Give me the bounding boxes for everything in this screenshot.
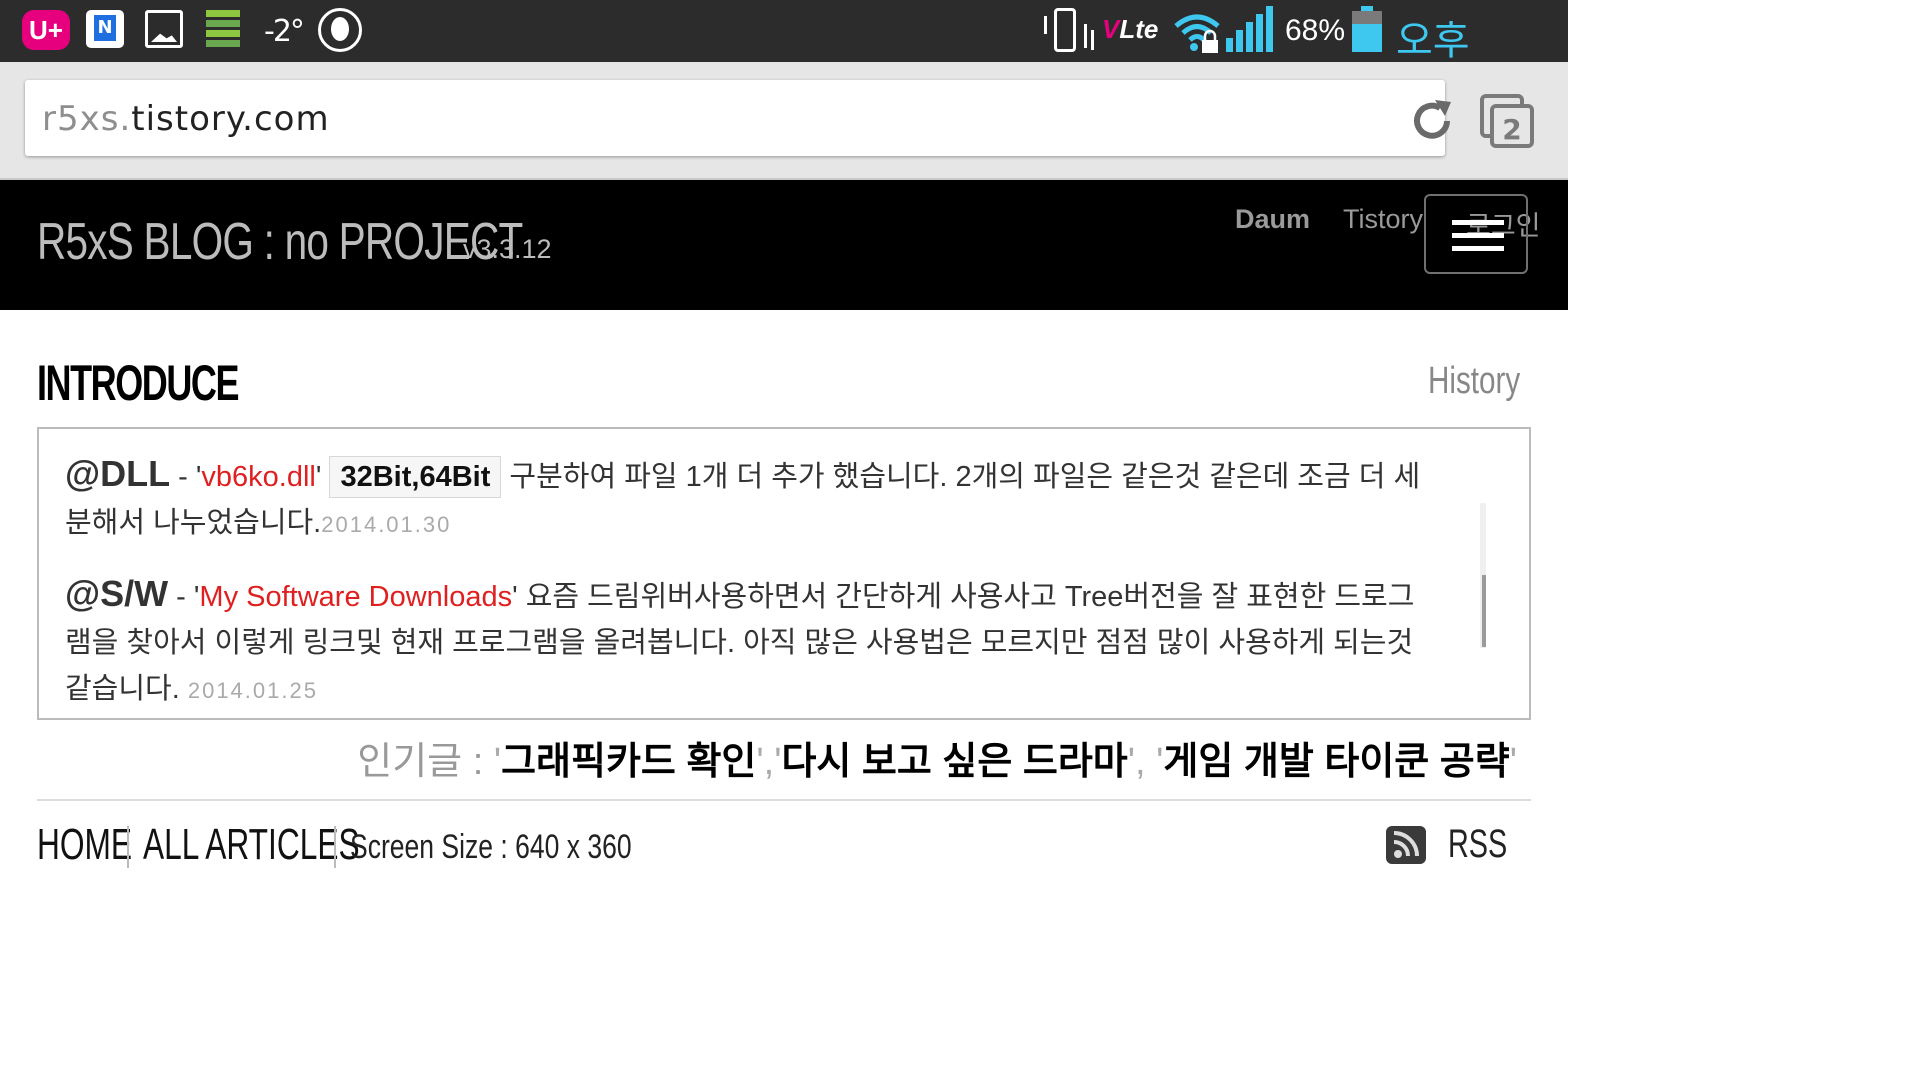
tabs-icon[interactable]: 2 <box>1480 94 1536 150</box>
url-domain: tistory.com <box>131 99 330 139</box>
popular-item[interactable]: 게임 개발 타이쿤 공략 <box>1163 741 1509 783</box>
rss-link[interactable]: RSS <box>1448 822 1507 867</box>
intro-entry: @S/W - 'My Software Downloads' 요즘 드림위버사용… <box>65 571 1425 714</box>
signal-strength-icon <box>1226 6 1274 52</box>
nav-tistory-link[interactable]: Tistory <box>1343 204 1423 235</box>
entry-date: 2014.01.25 <box>187 678 318 703</box>
battery-percent: 68% <box>1285 14 1346 47</box>
wifi-lock-icon <box>1174 14 1220 53</box>
intro-scrollbar-thumb[interactable] <box>1482 575 1486 647</box>
gallery-icon <box>145 10 183 48</box>
app-stack-icon <box>206 10 240 48</box>
entry-link[interactable]: vb6ko.dll <box>201 461 315 493</box>
nav-daum-link[interactable]: Daum <box>1235 204 1310 235</box>
entry-dash: - ' <box>170 461 202 493</box>
blog-title[interactable]: R5xS BLOG : no PROJECT <box>37 212 523 272</box>
footer-separator <box>127 826 129 868</box>
footer-separator <box>334 826 336 868</box>
tab-count: 2 <box>1502 113 1521 146</box>
browser-toolbar: r5xs.tistory.com 2 <box>0 62 1568 180</box>
naver-notification-letter: N <box>94 15 116 41</box>
divider <box>37 799 1531 801</box>
entry-tag: @DLL <box>65 453 171 494</box>
carrier-icon: U+ <box>22 10 70 50</box>
url-subdomain: r5xs. <box>42 99 132 139</box>
popular-posts: 인기글 : '그래픽카드 확인','다시 보고 싶은 드라마', '게임 개발 … <box>357 730 1517 785</box>
url-field[interactable]: r5xs.tistory.com <box>25 80 1451 156</box>
popular-label: 인기글 : <box>357 741 494 783</box>
naver-notification-icon: N <box>86 10 124 48</box>
volte-prefix: V <box>1102 14 1120 44</box>
quote-separator: ',' <box>756 741 782 783</box>
entry-link[interactable]: My Software Downloads <box>199 581 512 613</box>
blog-header: R5xS BLOG : no PROJECT v3.3.12 Daum Tist… <box>0 180 1568 310</box>
vibrate-icon <box>1040 6 1098 56</box>
entry-date: 2014.01.30 <box>321 512 452 537</box>
quote: ' <box>493 741 502 783</box>
hamburger-menu-button[interactable] <box>1424 194 1528 274</box>
carrier-icon-label: U+ <box>29 15 63 45</box>
entry-badge: 32Bit,64Bit <box>329 456 502 498</box>
introduce-box: @DLL - 'vb6ko.dll' 32Bit,64Bit 구분하여 파일 1… <box>37 427 1531 720</box>
rss-icon[interactable] <box>1386 826 1426 864</box>
footer-all-articles-link[interactable]: ALL ARTICLES <box>143 820 360 870</box>
quote: ' <box>1509 741 1517 783</box>
entry-quote: ' <box>315 461 330 493</box>
temperature-label: -2° <box>264 14 305 49</box>
section-title: INTRODUCE <box>37 355 239 411</box>
popular-item[interactable]: 다시 보고 싶은 드라마 <box>781 741 1127 783</box>
screen-size-label: Screen Size : 640 x 360 <box>350 828 632 866</box>
entry-tag: @S/W <box>65 573 169 614</box>
reload-icon[interactable] <box>1409 98 1455 144</box>
volte-label: Lte <box>1119 14 1159 44</box>
blog-version: v3.3.12 <box>463 234 552 264</box>
intro-entry: @DLL - 'vb6ko.dll' 32Bit,64Bit 구분하여 파일 1… <box>65 451 1425 548</box>
entry-quote: ' <box>512 581 526 613</box>
entry-dash: - ' <box>168 581 200 613</box>
url-text: r5xs.tistory.com <box>42 99 330 139</box>
history-link[interactable]: History <box>1428 360 1520 403</box>
weather-moon-icon <box>318 8 362 52</box>
status-bar: U+ N -2° VLte 68% 오후 8:19 <box>0 0 1568 112</box>
quote-separator: ', ' <box>1127 741 1164 783</box>
popular-item[interactable]: 그래픽카드 확인 <box>501 741 756 783</box>
battery-icon <box>1352 6 1382 52</box>
footer-home-link[interactable]: HOME <box>37 820 132 870</box>
volte-icon: VLte <box>1102 14 1158 45</box>
